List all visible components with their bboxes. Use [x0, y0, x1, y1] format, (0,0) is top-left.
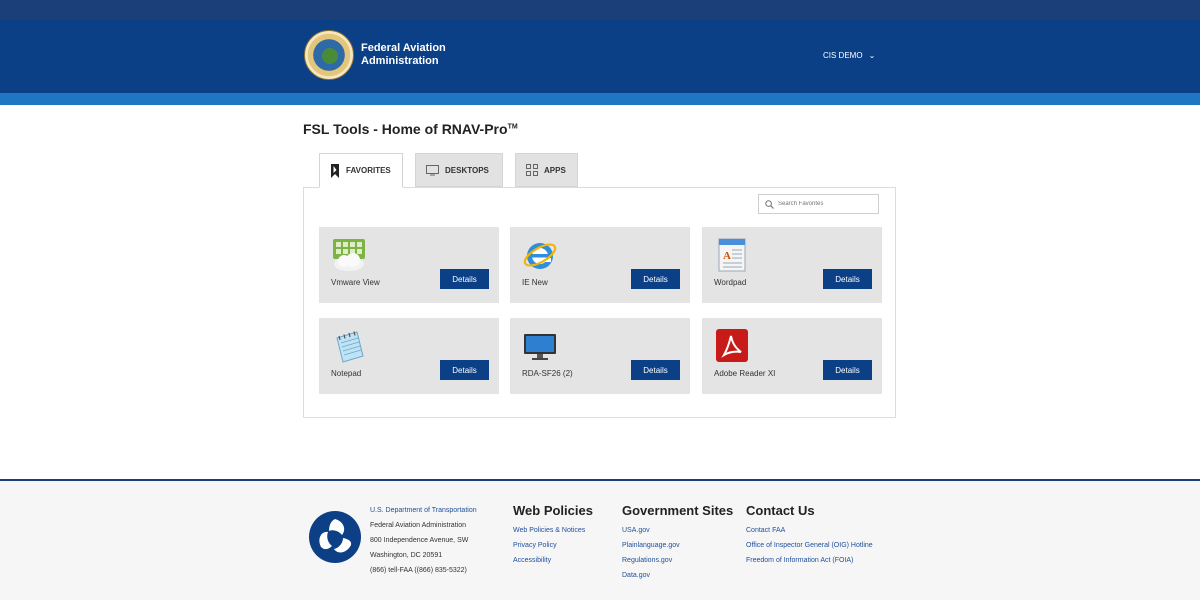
app-name: RDA-SF26 (2)	[522, 369, 573, 378]
trademark-mark: TM	[507, 123, 518, 131]
address-phone: (866) tell-FAA ((866) 835-5322)	[370, 567, 467, 574]
footer-link[interactable]: Plainlanguage.gov	[622, 542, 680, 549]
dot-logo[interactable]	[309, 511, 361, 563]
details-button[interactable]: Details	[631, 360, 680, 380]
grid-icon	[526, 164, 538, 176]
adobe-reader-icon	[716, 329, 748, 362]
address-city: Washington, DC 20591	[370, 552, 443, 559]
details-button[interactable]: Details	[823, 269, 872, 289]
search-input[interactable]	[778, 201, 868, 207]
dot-triskelion-icon	[319, 519, 352, 553]
site-footer	[0, 481, 1200, 600]
tab-apps[interactable]: APPS	[515, 153, 578, 187]
contact-heading: Contact Us	[746, 503, 815, 518]
dot-link[interactable]: U.S. Department of Transportation	[370, 507, 477, 514]
web-policies-heading: Web Policies	[513, 503, 593, 518]
svg-text:A: A	[723, 250, 731, 262]
vmware-view-icon	[333, 239, 365, 271]
agency-name-line2: Administration	[361, 55, 439, 67]
site-header: Federal Aviation Administration CIS DEMO…	[0, 20, 1200, 93]
app-card-ie-new[interactable]: IE New Details	[510, 227, 690, 303]
details-button[interactable]: Details	[440, 360, 489, 380]
footer-link[interactable]: Accessibility	[513, 557, 551, 564]
government-sites-heading: Government Sites	[622, 503, 734, 518]
user-menu-label: CIS DEMO	[823, 51, 863, 60]
app-name: IE New	[522, 278, 548, 287]
app-card-rda-sf26[interactable]: RDA-SF26 (2) Details	[510, 318, 690, 394]
agency-name-line1: Federal Aviation	[361, 42, 446, 54]
address-street: 800 Independence Avenue, SW	[370, 537, 469, 544]
chevron-down-icon: ⌄	[868, 51, 876, 60]
footer-link[interactable]: USA.gov	[622, 527, 650, 534]
footer-link[interactable]: Freedom of Information Act (FOIA)	[746, 557, 853, 564]
search-icon	[765, 199, 774, 209]
footer-address: U.S. Department of Transportation Federa…	[370, 503, 477, 578]
header-stripe	[0, 93, 1200, 105]
app-name: Vmware View	[331, 278, 380, 287]
footer-link[interactable]: Privacy Policy	[513, 542, 557, 549]
footer-link[interactable]: Office of Inspector General (OIG) Hotlin…	[746, 542, 873, 549]
tab-apps-label: APPS	[544, 165, 566, 175]
app-name: Adobe Reader XI	[714, 369, 776, 378]
app-name: Notepad	[331, 369, 362, 378]
tab-favorites-label: FAVORITES	[346, 166, 391, 175]
tab-desktops[interactable]: DESKTOPS	[415, 153, 503, 187]
details-button[interactable]: Details	[631, 269, 680, 289]
details-button[interactable]: Details	[823, 360, 872, 380]
address-agency: Federal Aviation Administration	[370, 522, 466, 529]
user-menu[interactable]: CIS DEMO ⌄	[823, 51, 875, 60]
footer-link[interactable]: Web Policies & Notices	[513, 527, 585, 534]
footer-link[interactable]: Regulations.gov	[622, 557, 672, 564]
bookmark-icon	[331, 163, 339, 178]
favorites-panel: Vmware View Details IE New Details A Wor…	[303, 187, 896, 418]
page-title-text: FSL Tools - Home of RNAV-Pro	[303, 121, 508, 137]
footer-contact: Contact Us Contact FAA Office of Inspect…	[746, 503, 873, 568]
internet-explorer-icon	[523, 243, 557, 269]
wordpad-icon: A	[718, 238, 746, 272]
page-title: FSL Tools - Home of RNAV-ProTM	[303, 121, 518, 137]
app-card-wordpad[interactable]: A Wordpad Details	[702, 227, 882, 303]
app-card-notepad[interactable]: Notepad Details	[319, 318, 499, 394]
app-card-vmware-view[interactable]: Vmware View Details	[319, 227, 499, 303]
faa-seal-logo[interactable]	[304, 30, 354, 80]
tab-favorites[interactable]: FAVORITES	[319, 153, 403, 188]
search-box[interactable]	[758, 194, 879, 214]
details-button[interactable]: Details	[440, 269, 489, 289]
footer-government-sites: Government Sites USA.gov Plainlanguage.g…	[622, 503, 733, 583]
notepad-icon	[336, 331, 364, 363]
desktop-monitor-icon	[524, 334, 556, 360]
footer-web-policies: Web Policies Web Policies & Notices Priv…	[513, 503, 593, 568]
footer-link[interactable]: Contact FAA	[746, 527, 785, 534]
monitor-icon	[426, 164, 439, 175]
tab-desktops-label: DESKTOPS	[445, 165, 489, 175]
agency-name[interactable]: Federal Aviation Administration	[361, 42, 446, 68]
app-name: Wordpad	[714, 278, 747, 287]
footer-link[interactable]: Data.gov	[622, 572, 650, 579]
header-top-bar	[0, 0, 1200, 20]
app-card-adobe-reader[interactable]: Adobe Reader XI Details	[702, 318, 882, 394]
